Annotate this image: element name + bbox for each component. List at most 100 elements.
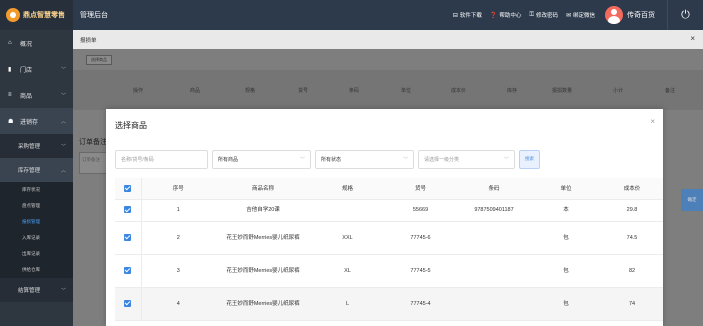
- column-header: 货号: [384, 178, 457, 200]
- column-header: 商品: [190, 87, 201, 94]
- cell-spec: L: [311, 287, 384, 321]
- chevron-down-icon: ﹀: [60, 66, 66, 73]
- help-center-link[interactable]: ❓ 帮助中心: [490, 11, 522, 20]
- select-all-checkbox[interactable]: [124, 184, 132, 192]
- cell-cost: 74.5: [601, 221, 663, 255]
- sidebar-item-label: 概况: [20, 41, 33, 48]
- logout-button[interactable]: ⏻: [667, 0, 703, 30]
- panel-header: 报损单 ×: [73, 30, 703, 49]
- username[interactable]: 传奇百货: [627, 10, 655, 20]
- header-actions: ⊟ 软件下载 ❓ 帮助中心 ⚿ 修改密码 ✉ 绑定微信 传奇百货 ⏻: [453, 0, 703, 30]
- chevron-down-icon: ﹀: [503, 156, 509, 163]
- table-row[interactable]: 1 吉他自学20课 55669 9787509401187 本 29.8: [115, 199, 663, 222]
- list-icon: ≡: [8, 92, 12, 98]
- sidebar-item-settlement[interactable]: 结算管理 ﹀: [0, 278, 73, 302]
- table-row[interactable]: 3 花王妙而舒Merries婴儿纸尿裤 XL 77745-5 包 82: [115, 254, 663, 288]
- chevron-down-icon: ﹀: [60, 287, 66, 294]
- cell-unit: 包: [531, 254, 601, 288]
- store-icon: ▮: [8, 66, 12, 73]
- confirm-button[interactable]: 确定: [681, 189, 703, 211]
- row-checkbox[interactable]: [124, 299, 132, 307]
- select-all-cell: [115, 178, 141, 200]
- column-header: 成本价: [451, 87, 467, 94]
- cell-cost: 74: [601, 287, 663, 321]
- product-filter-select[interactable]: 所有商品 ﹀: [212, 149, 311, 169]
- table-row[interactable]: 4 花王妙而舒Merries婴儿纸尿裤 L 77745-4 包 74: [115, 287, 663, 321]
- software-download-label: 软件下载: [459, 13, 482, 19]
- sidebar-item-label: 门店: [20, 67, 33, 74]
- sidebar-item-stock[interactable]: 库存管理 ︿: [0, 158, 73, 182]
- sidebar-item-purchase[interactable]: 采购管理 ﹀: [0, 134, 73, 158]
- order-remark-input[interactable]: 订单备注: [79, 152, 107, 174]
- sidebar-item-label: 商品: [20, 93, 33, 100]
- sidebar-item-label: 结算管理: [18, 288, 41, 294]
- column-header: 规格: [311, 178, 384, 200]
- select-product-modal: 选择商品 × 名称/货号/条码 所有商品 ﹀ 所有状态 ﹀ 请选择一级分类 ﹀ …: [106, 109, 663, 326]
- cell-barcode: [457, 254, 531, 288]
- panel-title: 报损单: [80, 37, 97, 44]
- sidebar-item-store[interactable]: ▮ 门店 ﹀: [0, 56, 73, 82]
- bind-wechat-link[interactable]: ✉ 绑定微信: [565, 11, 595, 20]
- filter-bar: 名称/货号/条码 所有商品 ﹀ 所有状态 ﹀ 请选择一级分类 ﹀ 搜索: [115, 149, 540, 169]
- cell-spec: XL: [311, 254, 384, 288]
- chevron-down-icon: ﹀: [60, 143, 66, 150]
- column-header: 条码: [349, 87, 360, 94]
- cell-code: 77745-5: [384, 254, 457, 288]
- cell-unit: 本: [531, 199, 601, 222]
- bind-wechat-label: 绑定微信: [572, 13, 595, 19]
- search-button[interactable]: 搜索: [519, 149, 540, 169]
- status-filter-select[interactable]: 所有状态 ﹀: [315, 149, 414, 169]
- cell-code: 77745-4: [384, 287, 457, 321]
- sidebar-item-overview[interactable]: ⌂ 概况: [0, 30, 73, 56]
- inventory-submenu: 采购管理 ﹀ 库存管理 ︿ 库存状况 盘点管理 报损管理 入库记录 出库记录 供…: [0, 134, 73, 302]
- column-header: 小计: [613, 87, 624, 94]
- category-placeholder: 请选择一级分类: [424, 156, 460, 163]
- table-row[interactable]: 2 花王妙而舒Merries婴儿纸尿裤 XXL 77745-6 包 74.5: [115, 221, 663, 255]
- sidebar-leaf-supply-warehouse[interactable]: 供给仓库: [0, 262, 73, 278]
- row-select-cell: [115, 199, 141, 222]
- search-input[interactable]: 名称/货号/条码: [115, 149, 208, 169]
- cell-cost: 82: [601, 254, 663, 288]
- sidebar-item-label: 库存管理: [18, 168, 41, 174]
- sidebar-item-inventory[interactable]: ☗ 进销存 ︿: [0, 108, 73, 134]
- column-header: 操作: [133, 87, 144, 94]
- column-header: 库存: [507, 87, 518, 94]
- row-checkbox[interactable]: [124, 206, 132, 214]
- column-header: 序号: [140, 178, 215, 200]
- help-center-label: 帮助中心: [499, 13, 522, 19]
- row-checkbox[interactable]: [124, 233, 132, 241]
- cell-barcode: [457, 221, 531, 255]
- software-download-link[interactable]: ⊟ 软件下载: [452, 11, 482, 20]
- close-icon[interactable]: ×: [650, 117, 655, 126]
- key-icon: ⚿: [529, 11, 534, 18]
- product-filter-value: 所有商品: [218, 156, 239, 163]
- sidebar-item-label: 采购管理: [18, 144, 41, 150]
- category-select[interactable]: 请选择一级分类 ﹀: [418, 149, 515, 169]
- close-icon[interactable]: ×: [690, 34, 695, 43]
- column-header: 货号: [298, 87, 309, 94]
- cell-code: 55669: [384, 199, 457, 222]
- cell-unit: 包: [531, 287, 601, 321]
- row-checkbox[interactable]: [124, 266, 132, 274]
- sidebar-leaf-stocktaking[interactable]: 盘点管理: [0, 198, 73, 214]
- cell-name: 花王妙而舒Merries婴儿纸尿裤: [215, 287, 311, 321]
- column-header: 成本价: [601, 178, 663, 200]
- order-remark-label: 订单备注: [79, 139, 107, 146]
- change-password-link[interactable]: ⚿ 修改密码: [529, 11, 558, 20]
- download-icon: ⊟: [452, 12, 458, 19]
- sidebar-leaf-inbound-records[interactable]: 入库记录: [0, 230, 73, 246]
- avatar[interactable]: [605, 6, 623, 24]
- logo-text: 鼎点智慧零售: [23, 12, 65, 19]
- select-product-button[interactable]: 选择商品: [86, 55, 112, 65]
- brand-logo[interactable]: 鼎点智慧零售: [0, 0, 73, 30]
- change-password-label: 修改密码: [535, 13, 558, 19]
- wechat-icon: ✉: [565, 12, 571, 19]
- sidebar-leaf-outbound-records[interactable]: 出库记录: [0, 246, 73, 262]
- sidebar-leaf-stock-status[interactable]: 库存状况: [0, 182, 73, 198]
- inventory-icon: ☗: [8, 118, 14, 125]
- cell-no: 1: [140, 199, 215, 222]
- cell-unit: 包: [531, 221, 601, 255]
- cell-code: 77745-6: [384, 221, 457, 255]
- sidebar-leaf-loss-report[interactable]: 报损管理: [0, 214, 73, 230]
- sidebar-item-products[interactable]: ≡ 商品 ﹀: [0, 82, 73, 108]
